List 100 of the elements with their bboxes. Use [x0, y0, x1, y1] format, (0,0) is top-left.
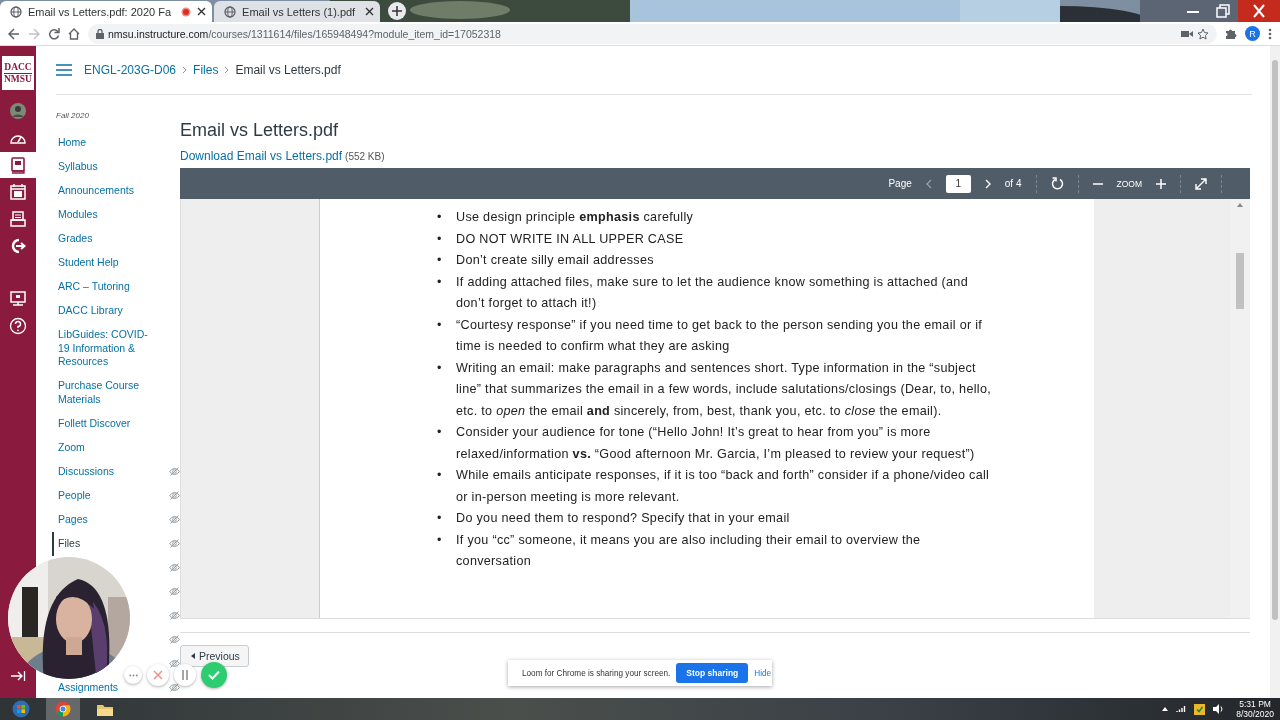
page-count: of 4	[1004, 178, 1022, 189]
scrollbar[interactable]	[1270, 46, 1280, 698]
calendar-icon[interactable]	[9, 183, 27, 201]
previous-page-icon[interactable]	[925, 178, 932, 189]
menu-icon[interactable]	[56, 64, 72, 76]
rotate-icon[interactable]	[1050, 177, 1064, 190]
close-icon[interactable]	[197, 7, 207, 16]
inbox-icon[interactable]	[9, 210, 27, 228]
breadcrumb-link[interactable]: ENGL-203G-D06	[84, 63, 177, 77]
download-link[interactable]: Download Email vs Letters.pdf	[180, 149, 343, 163]
star-icon[interactable]	[1197, 27, 1209, 40]
previous-button[interactable]: Previous	[180, 645, 249, 667]
bullet-text: Do you need them to respond? Specify that in your email	[456, 510, 790, 527]
course-nav-link[interactable]: DACC Library	[58, 304, 158, 318]
book-icon[interactable]	[9, 156, 27, 174]
start-icon[interactable]	[12, 700, 30, 718]
globe-icon	[10, 5, 22, 18]
monitor-icon[interactable]	[9, 290, 27, 308]
course-nav-link[interactable]: Student Help	[58, 256, 158, 270]
course-nav-link[interactable]: Pages	[58, 512, 158, 527]
address-bar[interactable]: nmsu.instructure.com/courses/1311614/files/165948494?module_item_id=17052318	[88, 23, 1217, 44]
check-icon	[208, 670, 220, 680]
course-nav-link[interactable]: Grades	[58, 232, 158, 246]
course-nav-link[interactable]: Purchase Course Materials	[58, 379, 158, 407]
file-size: (552 KB)	[345, 151, 385, 162]
file-title: Email vs Letters.pdf	[180, 120, 340, 141]
globe-icon	[224, 5, 237, 18]
breadcrumb-link[interactable]: Files	[193, 63, 219, 77]
tray-arrow-icon[interactable]	[1162, 707, 1169, 711]
page-label: Page	[888, 178, 912, 189]
reload-icon[interactable]	[48, 27, 60, 40]
close-icon	[153, 670, 163, 680]
sharing-message: Loom for Chrome is sharing your screen.	[522, 668, 671, 678]
close-icon[interactable]	[1238, 0, 1280, 22]
stop-sharing-button[interactable]: Stop sharing	[676, 663, 749, 683]
bullet-text: If adding attached files, make sure to let the audience know something is attached (and don’t forget to attach it!)	[456, 273, 969, 312]
school-logo[interactable]: DACC NMSU	[2, 56, 34, 90]
plus-icon	[392, 6, 403, 16]
pause-icon	[181, 670, 189, 680]
fullscreen-icon[interactable]	[1195, 177, 1207, 190]
course-nav-link[interactable]: Syllabus	[58, 160, 158, 174]
browser-tab[interactable]: Email vs Letters.pdf: 2020 Fa	[0, 1, 213, 22]
bullet-marker: •	[437, 209, 443, 226]
shield-icon[interactable]	[1194, 703, 1206, 715]
home-icon[interactable]	[68, 27, 80, 40]
close-icon[interactable]	[365, 7, 375, 16]
lock-icon	[96, 28, 104, 39]
zoom-in-icon[interactable]	[1156, 178, 1166, 189]
camera-icon[interactable]	[1181, 29, 1193, 38]
arrow-icon[interactable]	[9, 237, 27, 255]
bullet-marker: •	[437, 316, 443, 334]
profile-avatar[interactable]: R	[1245, 26, 1260, 41]
bullet-text: If you “cc” someone, it means you are also including their email to overview the conversation	[456, 531, 922, 570]
back-icon[interactable]	[8, 27, 20, 40]
bullet-text: “Courtesy response” if you need time to get back to the person sending you the email or if time is needed to confirm what they are asking	[456, 316, 984, 355]
bullet-text: Consider your audience for tone (“Hello John! It’s great to hear from you” is more relaxed/information vs. “Good afternoon Mr. Garcia, I’m pleased to review your request”)	[456, 424, 976, 463]
scroll-thumb[interactable]	[1236, 253, 1244, 309]
course-nav-link[interactable]: Zoom	[58, 440, 158, 455]
course-nav-link[interactable]: Modules	[58, 208, 158, 222]
zoom-label: ZOOM	[1116, 178, 1142, 189]
term-label: Fall 2020	[56, 111, 90, 120]
course-nav-link[interactable]: Discussions	[58, 464, 158, 479]
course-nav-link[interactable]: ARC – Tutoring	[58, 280, 158, 294]
bullet-text: While emails anticipate responses, if it is too “back and forth” consider if a phone/video call or in-person meeting is more relevant.	[456, 467, 991, 506]
bullet-text: Writing an email: make paragraphs and sentences short. Type information in the “subject line” that summarizes the email in a few words, include salutations/closings (Dear, to, hello, etc. to open the email and sincerely, from, best, thank you, etc. to close the email).	[456, 359, 992, 420]
course-nav-link[interactable]: People	[58, 488, 158, 503]
browser-tab[interactable]: Email vs Letters (1).pdf	[214, 1, 381, 22]
course-nav-link[interactable]: Home	[58, 136, 158, 150]
bullet-marker: •	[437, 359, 443, 377]
hide-link[interactable]: Hide	[754, 668, 772, 678]
help-icon[interactable]	[9, 317, 27, 335]
avatar-icon[interactable]	[9, 102, 27, 120]
bullet-marker: •	[437, 230, 443, 248]
more-icon[interactable]	[1268, 27, 1272, 40]
bullet-text: DO NOT WRITE IN ALL UPPER CASE	[456, 230, 684, 248]
signal-icon[interactable]	[1176, 705, 1187, 713]
speaker-icon[interactable]	[1213, 704, 1225, 714]
caret-icon	[191, 653, 195, 659]
clock[interactable]: 5:31 PM 8/30/2020	[1236, 699, 1274, 719]
bullet-marker: •	[437, 467, 443, 484]
course-nav-link[interactable]: Files	[58, 536, 158, 551]
chrome-icon[interactable]	[55, 701, 71, 717]
course-nav-link[interactable]: Announcements	[58, 184, 158, 198]
breadcrumb-current: Email vs Letters.pdf	[235, 63, 341, 77]
chevron-icon	[182, 66, 188, 74]
bullet-text: Don’t create silly email addresses	[456, 252, 654, 269]
collapse-icon[interactable]	[10, 670, 26, 682]
bullet-marker: •	[437, 252, 443, 269]
course-nav-link[interactable]: Follett Discover	[58, 416, 158, 431]
next-page-icon[interactable]	[984, 178, 991, 189]
dots-icon	[128, 673, 138, 677]
course-nav-link[interactable]: LibGuides: COVID-19 Information & Resources	[58, 328, 158, 369]
scroll-up-icon[interactable]	[1237, 203, 1243, 207]
puzzle-icon[interactable]	[1225, 27, 1237, 40]
bullet-marker: •	[437, 424, 443, 441]
bullet-marker: •	[437, 510, 443, 527]
bullet-marker: •	[437, 273, 443, 291]
course-nav-link[interactable]: Assignments	[58, 680, 158, 695]
page-number-field[interactable]: 1	[945, 174, 971, 193]
bullet-marker: •	[437, 531, 443, 549]
